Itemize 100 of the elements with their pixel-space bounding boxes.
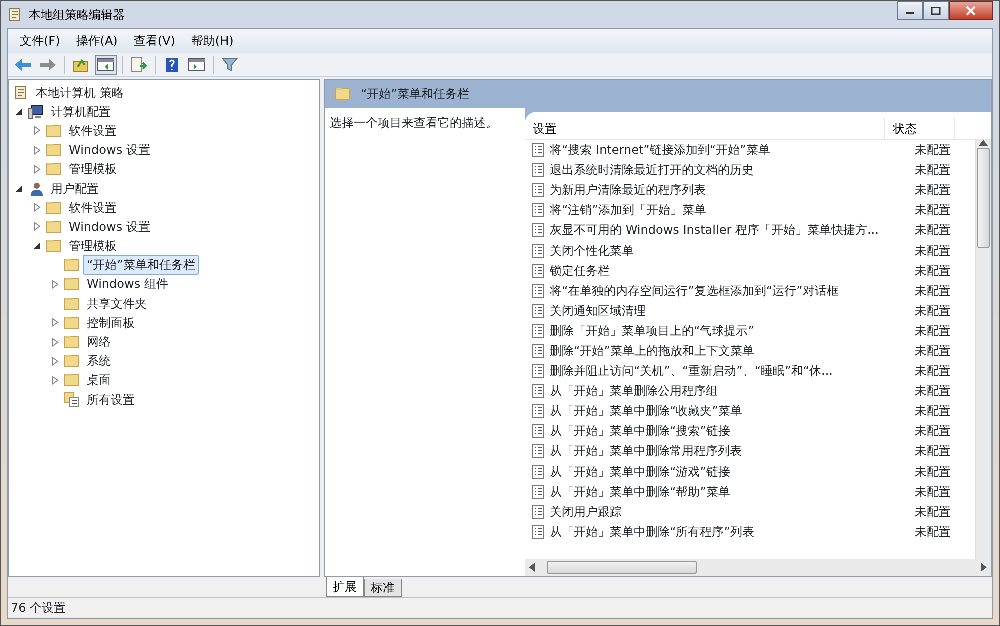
scroll-thumb[interactable]	[547, 561, 697, 574]
setting-state: 未配置	[914, 464, 952, 481]
folder-icon	[64, 257, 80, 274]
menu-item[interactable]: 查看(V)	[126, 32, 184, 50]
up-arrow-icon	[979, 140, 988, 146]
pane-toggle-button[interactable]	[95, 54, 117, 74]
setting-state: 未配置	[914, 242, 952, 260]
setting-icon	[530, 322, 546, 339]
setting-icon	[530, 182, 546, 198]
setting-state: 未配置	[914, 162, 952, 180]
setting-name: 删除“开始”菜单上的拖放和上下文菜单	[550, 342, 754, 360]
folder-icon	[46, 161, 62, 178]
tree-item[interactable]: 控制面板	[83, 312, 139, 333]
menu-item[interactable]: 帮助(H)	[183, 32, 242, 50]
tree-item[interactable]: 用户配置	[47, 178, 103, 199]
setting-state: 未配置	[914, 484, 952, 501]
setting-icon	[530, 342, 546, 359]
tree-item[interactable]: 系统	[83, 351, 115, 372]
collapsed-arrow-icon[interactable]	[34, 126, 40, 136]
tree-item[interactable]: 计算机配置	[47, 102, 115, 122]
setting-icon	[530, 162, 546, 178]
tree-item[interactable]: 所有设置	[83, 390, 139, 410]
right-arrow-icon	[981, 563, 987, 572]
collapsed-arrow-icon[interactable]	[52, 338, 58, 347]
setting-icon	[530, 242, 546, 259]
setting-name: 从「开始」菜单中删除“搜索”链接	[550, 423, 730, 440]
column-header[interactable]: 设置	[525, 118, 885, 139]
setting-icon	[530, 443, 546, 460]
tree-item[interactable]: 管理模板	[65, 236, 121, 256]
tree-item[interactable]: Windows 设置	[65, 140, 154, 160]
setting-state: 未配置	[914, 342, 952, 360]
collapsed-arrow-icon[interactable]	[52, 356, 58, 366]
setting-icon	[530, 222, 546, 238]
tree-item[interactable]: 管理模板	[65, 159, 121, 180]
setting-icon	[530, 423, 546, 440]
collapsed-arrow-icon[interactable]	[34, 203, 40, 212]
setting-icon	[530, 484, 546, 500]
collapsed-arrow-icon[interactable]	[52, 318, 58, 328]
tree-item[interactable]: 网络	[83, 332, 115, 352]
setting-name: 为新用户清除最近的程序列表	[550, 182, 706, 200]
folder-icon	[46, 122, 62, 139]
scroll-icon	[7, 6, 23, 22]
scroll-thumb[interactable]	[977, 148, 990, 248]
setting-name: 从「开始」菜单删除公用程序组	[550, 383, 718, 400]
maximize-button[interactable]	[923, 1, 949, 20]
collapsed-arrow-icon[interactable]	[34, 222, 40, 232]
tree-item[interactable]: Windows 组件	[83, 274, 172, 294]
horizontal-scrollbar[interactable]	[525, 559, 991, 576]
close-button[interactable]	[949, 1, 993, 20]
folder-icon	[64, 314, 80, 331]
setting-name: 从「开始」菜单中删除“帮助”菜单	[550, 484, 730, 501]
setting-state: 未配置	[914, 443, 952, 460]
folder-icon	[64, 296, 80, 312]
folder-icon	[64, 334, 80, 350]
computer-icon	[28, 104, 44, 120]
setting-icon	[530, 524, 546, 540]
setting-name: 从「开始」菜单中删除“所有程序”列表	[550, 524, 754, 541]
setting-name: 删除「开始」菜单项目上的“气球提示”	[550, 322, 754, 340]
tree-item[interactable]: 桌面	[83, 370, 115, 390]
setting-state: 未配置	[914, 142, 952, 160]
setting-state: 未配置	[914, 202, 952, 220]
setting-state: 未配置	[914, 222, 952, 240]
setting-name: 将“搜索 Internet”链接添加到“开始”菜单	[550, 142, 770, 160]
folder-icon	[64, 372, 80, 388]
setting-icon	[530, 202, 546, 218]
tree-item[interactable]: 软件设置	[65, 198, 121, 218]
menu-item[interactable]: 操作(A)	[68, 32, 126, 50]
setting-icon	[530, 363, 546, 380]
collapsed-arrow-icon[interactable]	[52, 280, 58, 289]
collapsed-arrow-icon[interactable]	[34, 164, 40, 174]
setting-name: 将“注销”添加到「开始」菜单	[550, 202, 706, 220]
expanded-arrow-icon[interactable]	[33, 242, 41, 250]
tree-item[interactable]: 本地计算机 策略	[32, 82, 128, 103]
folder-icon	[46, 142, 62, 158]
expanded-arrow-icon[interactable]	[15, 108, 23, 116]
setting-state: 未配置	[914, 363, 952, 380]
left-arrow-icon	[529, 563, 535, 572]
view-tab[interactable]: 标准	[364, 579, 402, 597]
collapsed-arrow-icon[interactable]	[52, 376, 58, 385]
column-header[interactable]: 状态	[885, 118, 955, 139]
tree-item[interactable]: 共享文件夹	[83, 294, 151, 314]
minimize-button[interactable]	[897, 1, 923, 20]
tree-item[interactable]: “开始”菜单和任务栏	[83, 255, 200, 276]
view-tab[interactable]: 扩展	[326, 577, 364, 597]
scroll-icon	[13, 84, 29, 101]
setting-state: 未配置	[914, 524, 952, 541]
expanded-arrow-icon[interactable]	[15, 184, 23, 193]
collapsed-arrow-icon[interactable]	[34, 146, 40, 155]
setting-state: 未配置	[914, 383, 952, 400]
menu-item[interactable]: 文件(F)	[12, 32, 68, 50]
tree-item[interactable]: Windows 设置	[65, 216, 154, 237]
setting-state: 未配置	[914, 322, 952, 340]
setting-icon	[530, 383, 546, 400]
vertical-scrollbar[interactable]	[975, 140, 991, 559]
description-text: 选择一个项目来查看它的描述。	[330, 116, 498, 130]
setting-name: 从「开始」菜单中删除“收藏夹”菜单	[550, 403, 742, 420]
folder-icon	[46, 238, 62, 254]
tree-item[interactable]: 软件设置	[65, 120, 121, 141]
setting-state: 未配置	[914, 182, 952, 200]
setting-name: 将“在单独的内存空间运行”复选框添加到“运行”对话框	[550, 282, 839, 300]
